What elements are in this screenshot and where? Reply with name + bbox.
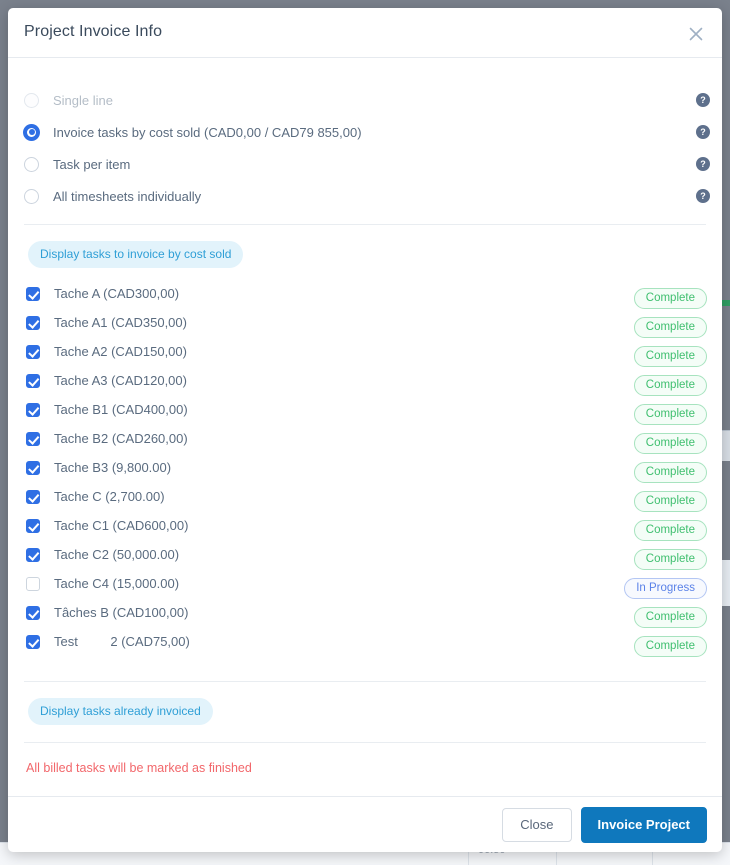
display-tasks-already-invoiced-button[interactable]: Display tasks already invoiced (28, 698, 213, 725)
task-row-left: Tache B3 (9,800.00) (26, 460, 171, 475)
status-badge[interactable]: Complete (634, 520, 707, 541)
status-badge[interactable]: Complete (634, 433, 707, 454)
dialog-title: Project Invoice Info (24, 23, 162, 41)
task-checkbox[interactable] (26, 519, 40, 533)
invoice-mode-radio-group: Single line ? Invoice tasks by cost sold… (8, 58, 722, 212)
help-icon[interactable]: ? (696, 125, 710, 139)
status-badge[interactable]: In Progress (624, 578, 707, 599)
task-checkbox[interactable] (26, 432, 40, 446)
task-row-left: Tache C2 (50,000.00) (26, 547, 179, 562)
task-row: Tache B1 (CAD400,00) Complete (8, 398, 722, 427)
task-name-label: Tache C4 (15,000.00) (54, 576, 179, 591)
task-row: Tache A1 (CAD350,00) Complete (8, 311, 722, 340)
task-checkbox[interactable] (26, 403, 40, 417)
task-row-left: Tache C (2,700.00) (26, 489, 165, 504)
background-cell-green (722, 300, 730, 306)
close-button[interactable]: Close (502, 808, 571, 842)
task-list: Tache A (CAD300,00)CompleteTache A1 (CAD… (8, 268, 722, 659)
help-icon[interactable]: ? (696, 189, 710, 203)
task-row: Tâches B (CAD100,00) Complete (8, 601, 722, 630)
display-to-invoice-chip-wrap: Display tasks to invoice by cost sold (8, 225, 722, 268)
close-icon[interactable] (682, 20, 710, 48)
task-checkbox[interactable] (26, 490, 40, 504)
radio-option-invoice-by-cost-sold[interactable]: Invoice tasks by cost sold (CAD0,00 / CA… (8, 116, 722, 148)
task-row: Tache A2 (CAD150,00) Complete (8, 340, 722, 369)
status-badge[interactable]: Complete (634, 607, 707, 628)
task-checkbox[interactable] (26, 548, 40, 562)
status-badge[interactable]: Complete (634, 636, 707, 657)
task-row-left: Tache A (CAD300,00) (26, 286, 179, 301)
task-name-label: Tache B1 (CAD400,00) (54, 402, 188, 417)
radio-option-task-per-item[interactable]: Task per item ? (8, 148, 722, 180)
task-row: Tache C4 (15,000.00) In Progress (8, 572, 722, 601)
radio-option-label: All timesheets individually (53, 189, 201, 204)
task-row-left: Tache A3 (CAD120,00) (26, 373, 187, 388)
radio-indicator[interactable] (24, 93, 39, 108)
radio-option-label: Task per item (53, 157, 130, 172)
invoice-project-button[interactable]: Invoice Project (581, 807, 707, 843)
project-invoice-info-dialog: Project Invoice Info Single line ? Invoi… (8, 8, 722, 852)
task-row: Tache A3 (CAD120,00) Complete (8, 369, 722, 398)
task-checkbox[interactable] (26, 287, 40, 301)
radio-option-label: Single line (53, 93, 113, 108)
task-row-left: Tache B2 (CAD260,00) (26, 431, 188, 446)
status-badge[interactable]: Complete (634, 491, 707, 512)
task-name-label: Tache A (CAD300,00) (54, 286, 179, 301)
status-badge[interactable]: Complete (634, 404, 707, 425)
status-badge[interactable]: Complete (634, 288, 707, 309)
task-checkbox[interactable] (26, 577, 40, 591)
task-name-label: Tache B2 (CAD260,00) (54, 431, 188, 446)
task-checkbox[interactable] (26, 374, 40, 388)
radio-indicator[interactable] (24, 189, 39, 204)
task-row: Tache A (CAD300,00) Complete (8, 282, 722, 311)
task-name-label: Tâches B (CAD100,00) (54, 605, 188, 620)
help-icon[interactable]: ? (696, 93, 710, 107)
task-checkbox[interactable] (26, 316, 40, 330)
radio-option-single-line[interactable]: Single line ? (8, 84, 722, 116)
task-name-label: Tache A1 (CAD350,00) (54, 315, 187, 330)
radio-option-all-timesheets[interactable]: All timesheets individually ? (8, 180, 722, 212)
task-checkbox[interactable] (26, 345, 40, 359)
task-name-label: Tache C1 (CAD600,00) (54, 518, 188, 533)
task-name-label: Tache C2 (50,000.00) (54, 547, 179, 562)
task-checkbox[interactable] (26, 635, 40, 649)
background-cell-gray (722, 430, 730, 461)
billing-warning-text: All billed tasks will be marked as finis… (8, 743, 722, 775)
task-checkbox[interactable] (26, 606, 40, 620)
task-name-label: Tache A2 (CAD150,00) (54, 344, 187, 359)
task-name-label: Test 2 (CAD75,00) (54, 634, 190, 649)
background-cell-light (722, 560, 730, 606)
radio-indicator[interactable] (24, 125, 39, 140)
radio-option-label: Invoice tasks by cost sold (CAD0,00 / CA… (53, 125, 362, 140)
task-row-left: Tâches B (CAD100,00) (26, 605, 188, 620)
task-row: Tache C1 (CAD600,00) Complete (8, 514, 722, 543)
radio-indicator[interactable] (24, 157, 39, 172)
task-row-left: Tache C1 (CAD600,00) (26, 518, 188, 533)
status-badge[interactable]: Complete (634, 346, 707, 367)
task-name-label: Tache A3 (CAD120,00) (54, 373, 187, 388)
status-badge[interactable]: Complete (634, 549, 707, 570)
task-row: Test 2 (CAD75,00) Complete (8, 630, 722, 659)
status-badge[interactable]: Complete (634, 462, 707, 483)
task-name-label: Tache C (2,700.00) (54, 489, 165, 504)
task-row-left: Tache A2 (CAD150,00) (26, 344, 187, 359)
status-badge[interactable]: Complete (634, 317, 707, 338)
task-row: Tache C2 (50,000.00) Complete (8, 543, 722, 572)
help-icon[interactable]: ? (696, 157, 710, 171)
display-already-invoiced-chip-wrap: Display tasks already invoiced (8, 682, 722, 725)
task-row: Tache C (2,700.00) Complete (8, 485, 722, 514)
task-row: Tache B3 (9,800.00) Complete (8, 456, 722, 485)
dialog-body: Single line ? Invoice tasks by cost sold… (8, 58, 722, 796)
dialog-header: Project Invoice Info (8, 8, 722, 58)
dialog-footer: Close Invoice Project (8, 796, 722, 852)
task-row: Tache B2 (CAD260,00) Complete (8, 427, 722, 456)
task-name-label: Tache B3 (9,800.00) (54, 460, 171, 475)
task-row-left: Test 2 (CAD75,00) (26, 634, 190, 649)
status-badge[interactable]: Complete (634, 375, 707, 396)
task-row-left: Tache A1 (CAD350,00) (26, 315, 187, 330)
task-row-left: Tache B1 (CAD400,00) (26, 402, 188, 417)
task-row-left: Tache C4 (15,000.00) (26, 576, 179, 591)
task-checkbox[interactable] (26, 461, 40, 475)
display-tasks-to-invoice-button[interactable]: Display tasks to invoice by cost sold (28, 241, 243, 268)
